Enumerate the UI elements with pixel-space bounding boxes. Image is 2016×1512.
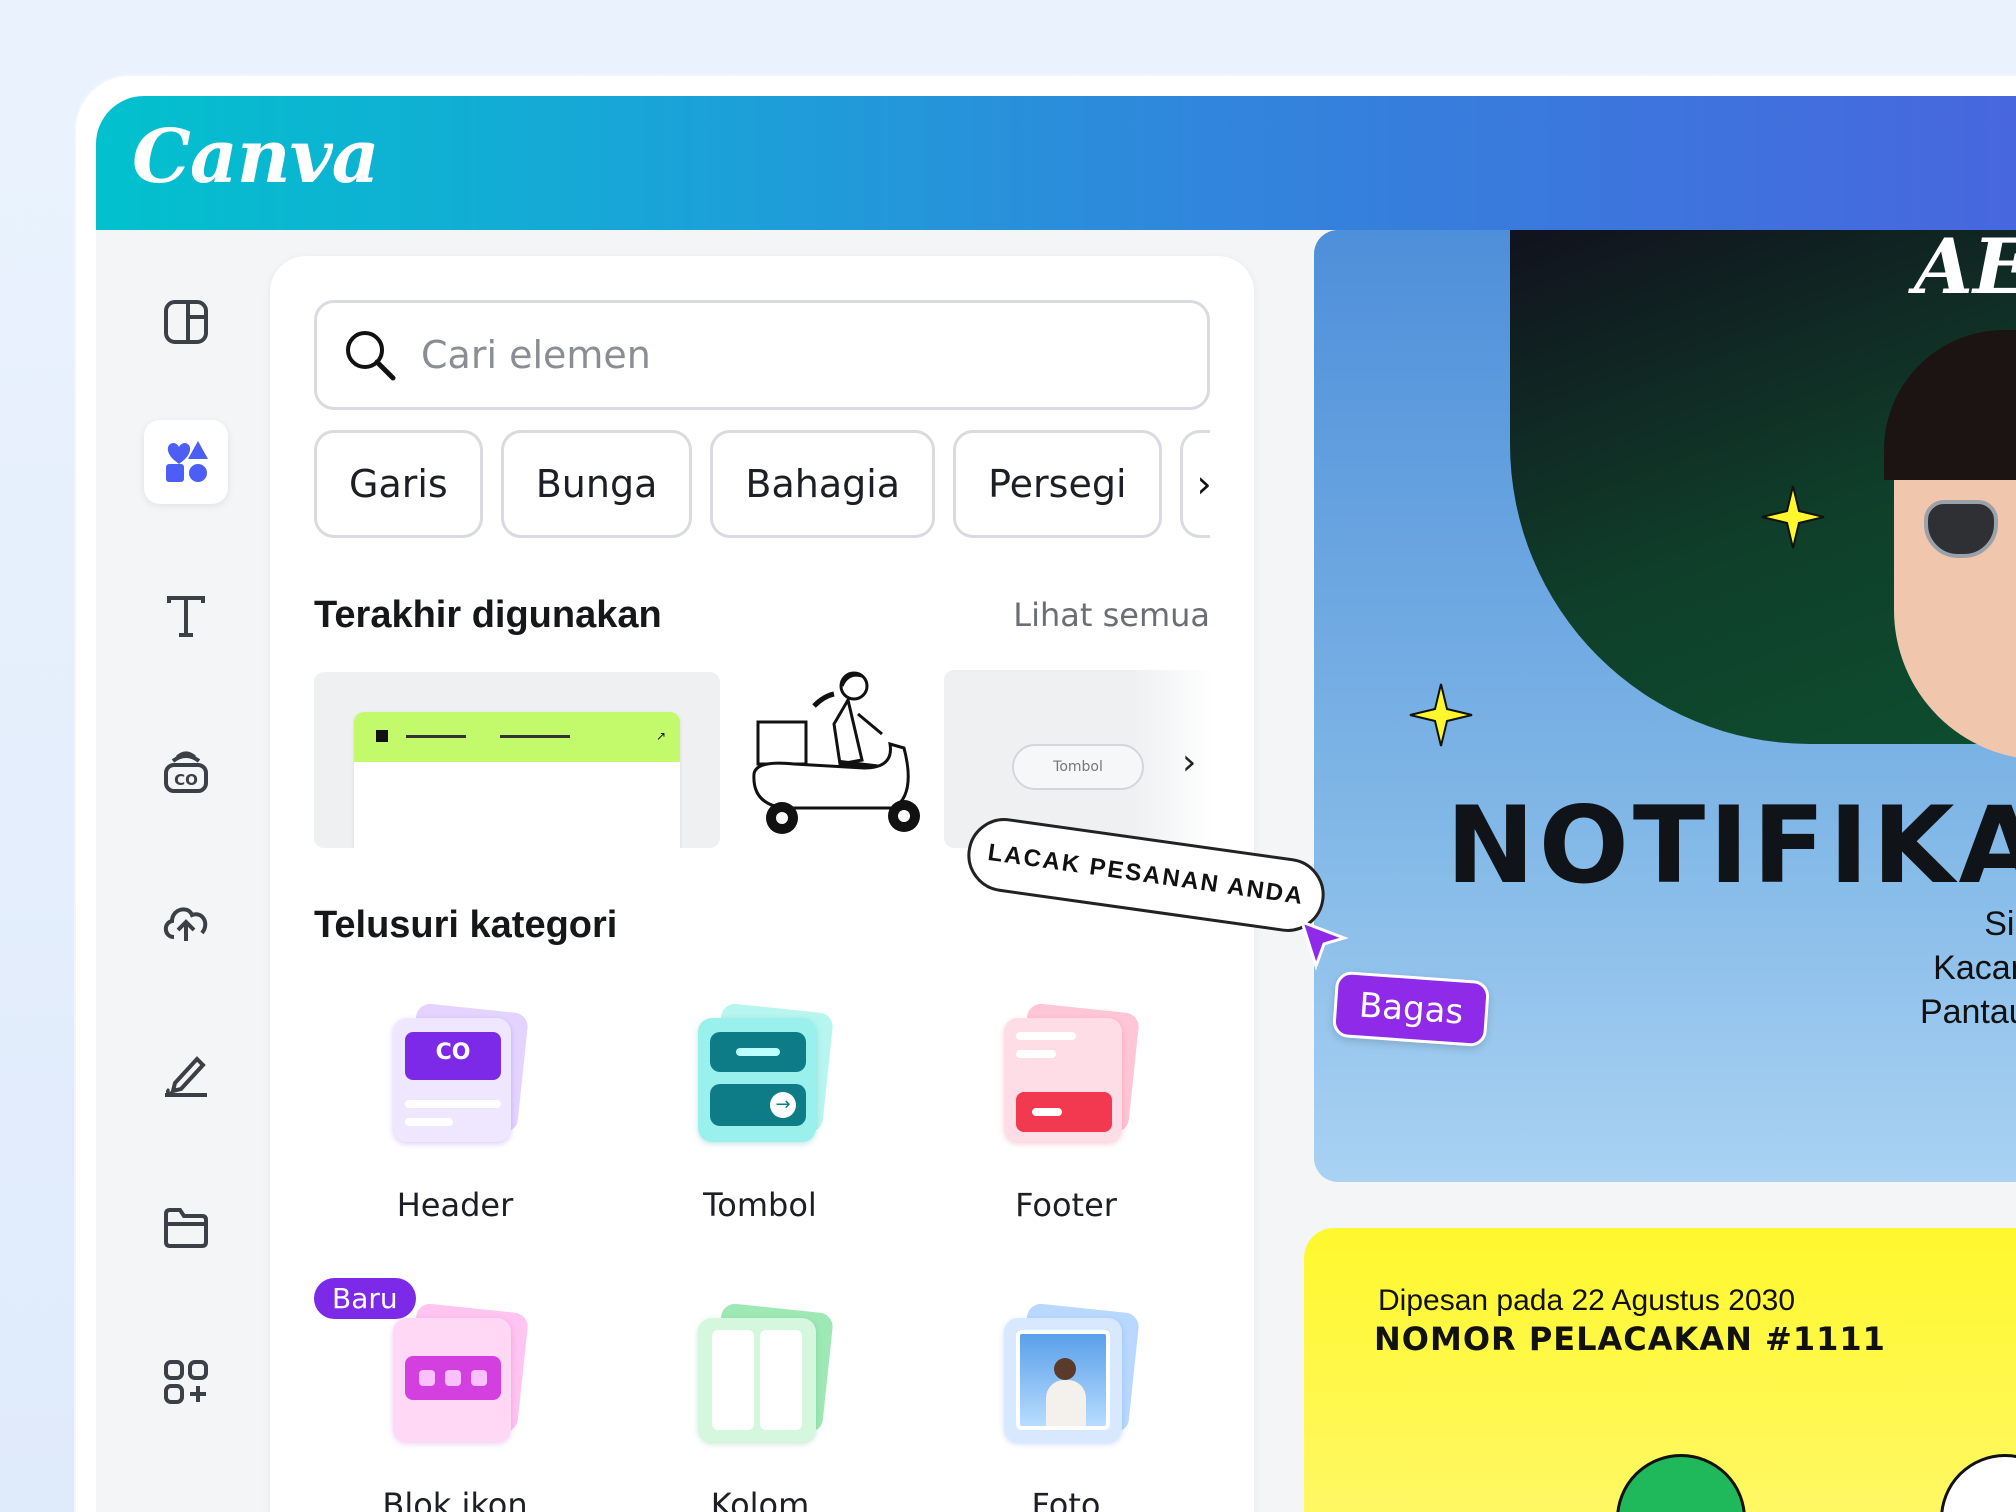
chevron-right-icon[interactable]: ›	[1182, 742, 1196, 783]
apps-icon[interactable]	[144, 1340, 228, 1424]
chip-more[interactable]: ›R	[1179, 430, 1211, 538]
check-icon	[1616, 1454, 1746, 1512]
chip-bunga[interactable]: Bunga	[500, 430, 693, 538]
search-icon	[346, 331, 396, 381]
brand-icon[interactable]: CO	[144, 730, 228, 814]
folder-icon[interactable]	[144, 1186, 228, 1270]
draw-icon[interactable]	[144, 1032, 228, 1116]
icon-block-category-icon	[385, 1302, 529, 1444]
top-bar: Canva	[96, 96, 2016, 230]
canva-logo[interactable]: Canva	[132, 114, 380, 200]
category-label: Foto	[1031, 1486, 1101, 1512]
recent-thumb-header[interactable]: ↗	[314, 672, 720, 848]
categories-title: Telusuri kategori	[314, 904, 618, 946]
category-label: Footer	[1015, 1186, 1117, 1224]
cursor-icon	[1299, 919, 1348, 971]
sparkle-icon	[1761, 485, 1825, 549]
suggestion-chips: GarisBungaBahagiaPersegi›R	[314, 430, 1210, 540]
recent-thumb-scooter[interactable]	[744, 664, 934, 854]
header-category-icon: CO	[385, 1002, 529, 1144]
headline: NOTIFIKA	[1446, 784, 2016, 907]
category-header[interactable]: CO Header	[345, 1002, 565, 1224]
category-label: Tombol	[703, 1186, 817, 1224]
status-icon	[1940, 1454, 2016, 1512]
sparkle-icon	[1409, 683, 1473, 747]
tracking-number: NOMOR PELACAKAN #1111	[1374, 1320, 1886, 1358]
see-all-link[interactable]: Lihat semua	[1013, 596, 1210, 634]
photo-category-icon	[996, 1302, 1140, 1444]
recent-title: Terakhir digunakan	[314, 594, 662, 636]
design-icon[interactable]	[144, 280, 228, 364]
arrow-right-icon: →	[770, 1092, 796, 1118]
body-text: Siap bikin iri c Kacamata baru A Pantau …	[1919, 905, 2016, 1031]
upload-icon[interactable]	[144, 880, 228, 964]
category-label: Header	[396, 1186, 514, 1224]
chip-persegi[interactable]: Persegi	[953, 430, 1162, 538]
category-button[interactable]: → Tombol	[650, 1002, 870, 1224]
category-label: Kolom	[710, 1486, 810, 1512]
scooter-rider-illustration	[752, 671, 920, 834]
footer-category-icon	[996, 1002, 1140, 1144]
search-field[interactable]	[314, 300, 1210, 410]
chevron-right-icon[interactable]: ›	[1197, 462, 1211, 506]
category-icon-block[interactable]: Blok ikon	[345, 1302, 565, 1512]
category-photo[interactable]: Foto	[956, 1302, 1176, 1512]
category-label: Blok ikon	[382, 1486, 528, 1512]
category-columns[interactable]: Kolom	[650, 1302, 870, 1512]
columns-category-icon	[690, 1302, 834, 1444]
design-page-2[interactable]: Dipesan pada 22 Agustus 2030 NOMOR PELAC…	[1304, 1228, 2016, 1512]
brand-mark: AE	[1914, 230, 2016, 311]
chip-garis[interactable]: Garis	[314, 430, 483, 538]
button-category-icon: →	[690, 1002, 834, 1144]
recent-thumb-button[interactable]: Tombol ›	[944, 670, 1214, 848]
category-footer[interactable]: Footer	[956, 1002, 1176, 1224]
search-input[interactable]	[421, 333, 1201, 377]
order-date: Dipesan pada 22 Agustus 2030	[1378, 1284, 1795, 1317]
elements-icon[interactable]	[144, 420, 228, 504]
button-thumb-label: Tombol	[1012, 744, 1144, 790]
collaborator-tag: Bagas	[1331, 970, 1491, 1048]
chip-bahagia[interactable]: Bahagia	[710, 430, 936, 538]
svg-text:CO: CO	[174, 771, 198, 789]
text-icon[interactable]	[144, 574, 228, 658]
